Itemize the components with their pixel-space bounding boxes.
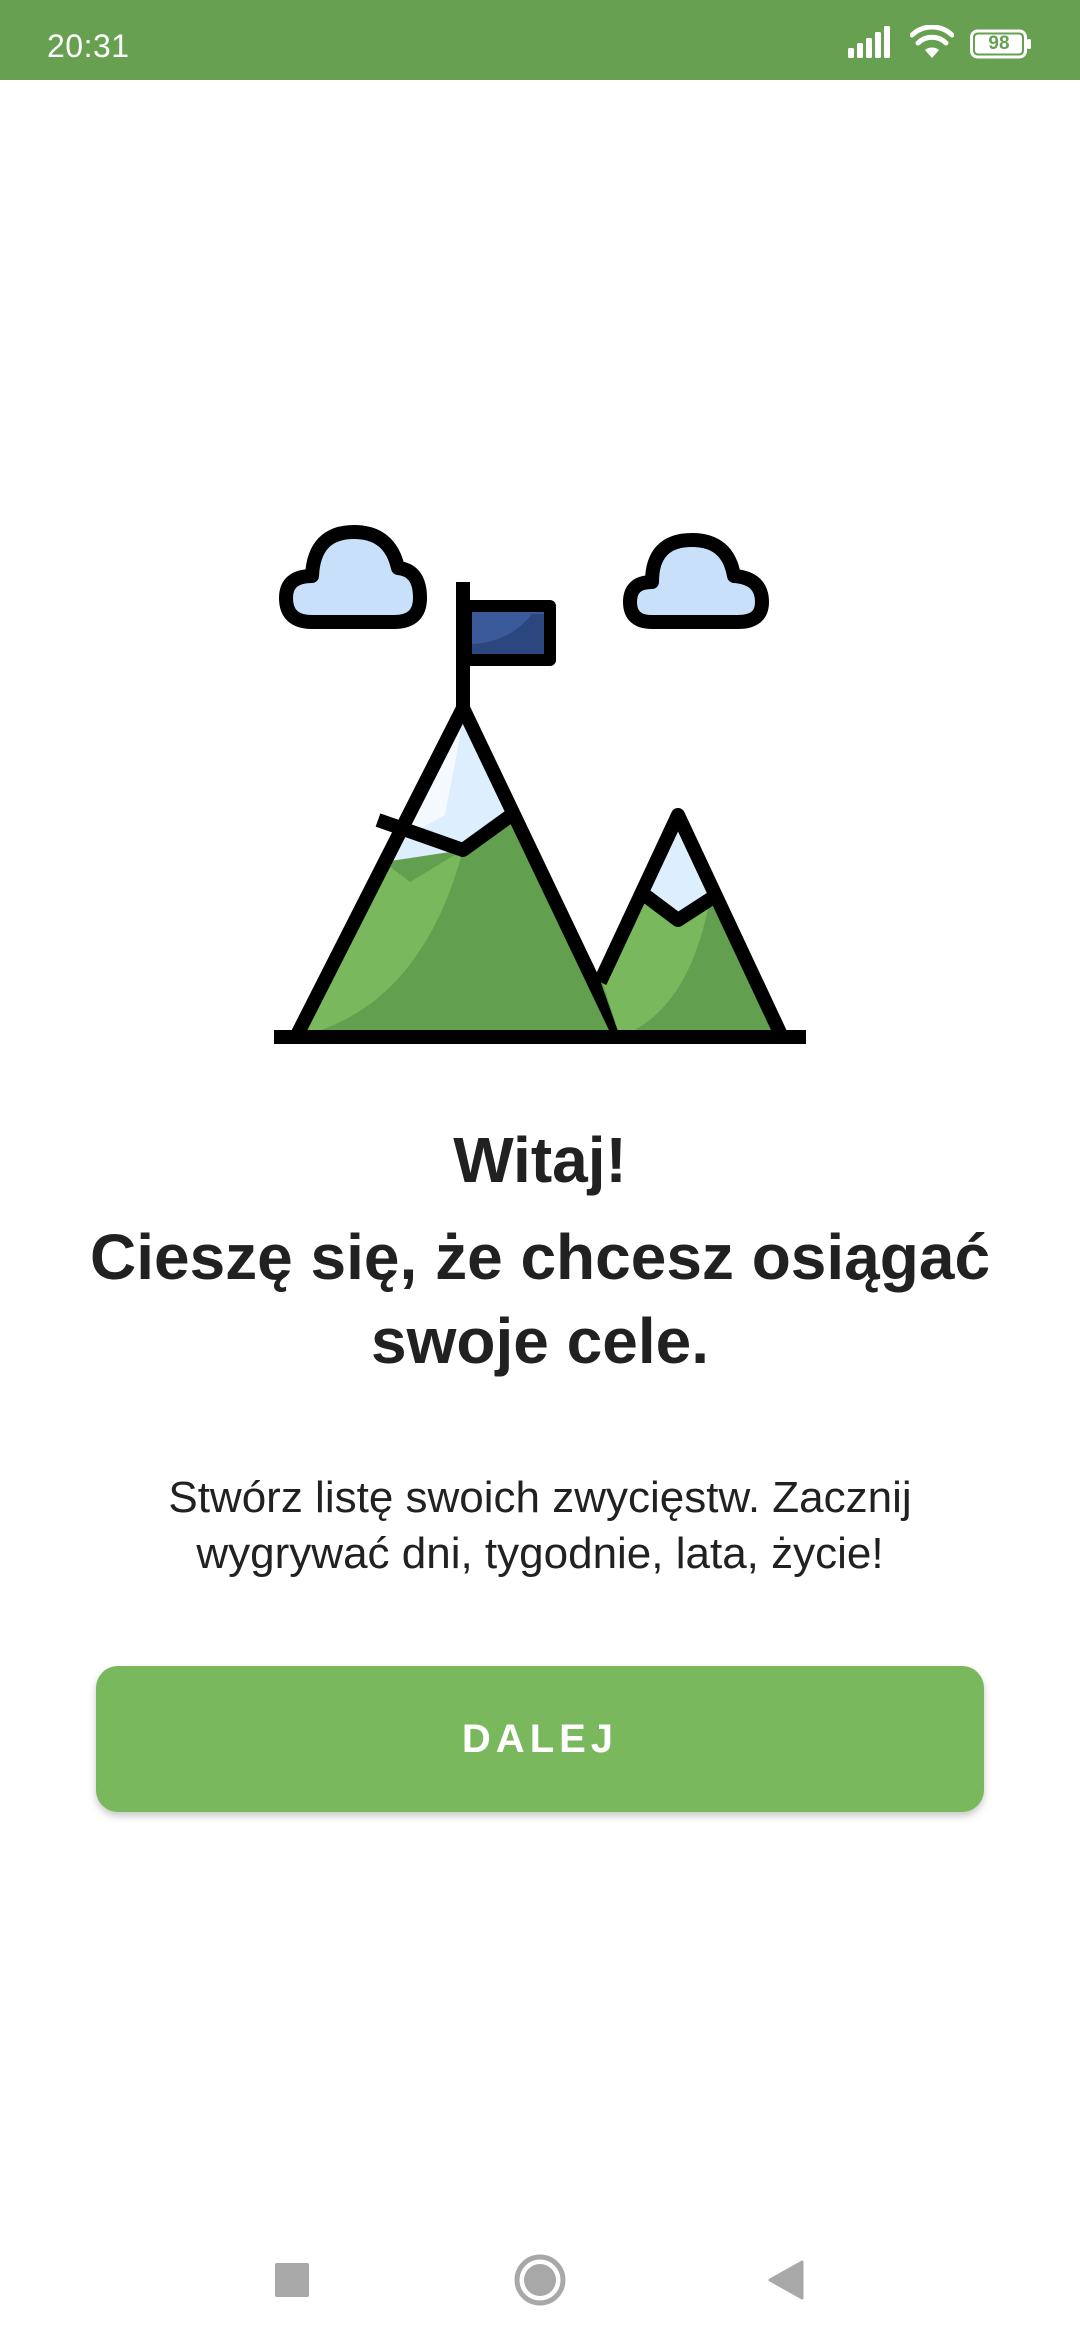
recents-button[interactable] bbox=[262, 2252, 322, 2312]
wifi-icon bbox=[909, 24, 955, 64]
battery-level: 98 bbox=[988, 33, 1010, 54]
small-mountain bbox=[593, 808, 789, 1040]
battery-icon: 98 bbox=[970, 29, 1032, 59]
status-time: 20:31 bbox=[47, 28, 130, 64]
square-icon bbox=[274, 2262, 310, 2303]
welcome-title: Witaj! bbox=[453, 1124, 627, 1196]
back-button[interactable] bbox=[756, 2252, 816, 2312]
cloud-icon bbox=[623, 533, 769, 629]
large-mountain bbox=[289, 701, 627, 1041]
status-bar: 20:31 98 bbox=[0, 0, 1080, 80]
next-button[interactable]: DALEJ bbox=[96, 1666, 984, 1812]
welcome-subtitle: Cieszę się, że chcesz osiągać swoje cele… bbox=[89, 1221, 991, 1377]
mountains-with-flag-icon bbox=[270, 510, 810, 1050]
flag-icon bbox=[460, 600, 556, 666]
navigation-bar bbox=[0, 2220, 1080, 2340]
welcome-description: Stwórz listę swoich zwycięstw. Zacznij w… bbox=[168, 1473, 912, 1578]
back-triangle-icon bbox=[768, 2260, 804, 2305]
status-icons: 98 bbox=[848, 24, 1032, 64]
home-button[interactable] bbox=[510, 2252, 570, 2312]
circle-icon bbox=[513, 2253, 567, 2312]
welcome-screen: 20:31 98 Witaj! Cieszę się, że chcesz os… bbox=[0, 0, 1080, 2340]
cloud-icon bbox=[279, 525, 427, 629]
signal-icon bbox=[848, 25, 894, 63]
